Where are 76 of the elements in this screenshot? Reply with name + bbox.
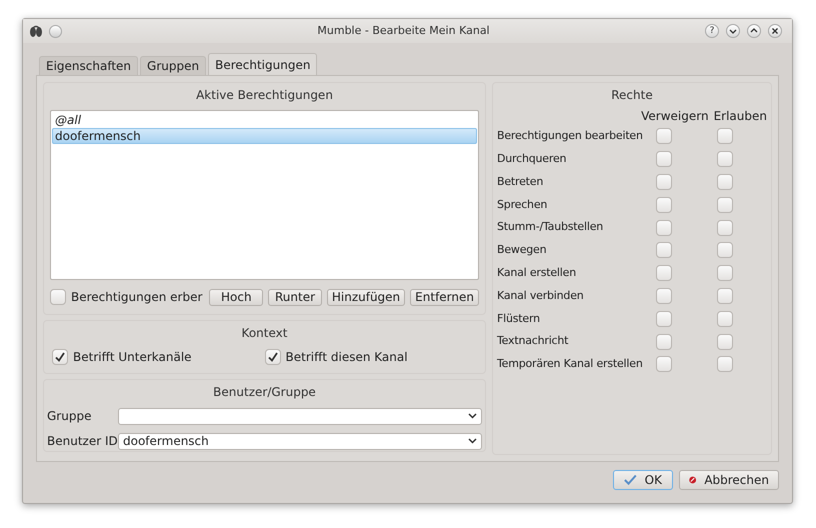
field-label: Gruppe (47, 408, 92, 425)
column-header: Verweigern (641, 108, 709, 125)
right-label: Betreten (497, 174, 544, 190)
allow-checkbox[interactable] (717, 220, 733, 236)
combo-box[interactable]: doofermensch (118, 432, 482, 450)
close-button[interactable] (768, 24, 782, 38)
field-label: Benutzer ID (47, 433, 118, 450)
chevron-down-icon (468, 413, 477, 419)
right-label: Bewegen (497, 242, 548, 258)
app-icon (29, 24, 43, 38)
right-label: Stumm-/Taubstellen (497, 219, 604, 236)
deny-checkbox[interactable] (656, 220, 672, 236)
pin-icon[interactable] (49, 24, 62, 38)
ok-button[interactable]: OK (613, 470, 673, 490)
deny-checkbox[interactable] (656, 288, 672, 304)
allow-checkbox[interactable] (717, 128, 733, 144)
list-item[interactable]: doofermensch (52, 128, 477, 144)
allow-checkbox[interactable] (717, 174, 733, 190)
inherit-checkbox[interactable] (50, 289, 66, 305)
cancel-button[interactable]: Abbrechen (679, 470, 779, 490)
maximize-button[interactable] (747, 24, 761, 38)
right-label: Berechtigungen bearbeiten (497, 128, 644, 144)
deny-checkbox[interactable] (656, 310, 672, 327)
deny-checkbox[interactable] (656, 265, 672, 282)
checkmark-icon (54, 351, 66, 363)
chevron-down-icon (468, 438, 477, 444)
checkbox-label: Betrifft Unterkanäle (73, 349, 192, 366)
minimize-button[interactable] (726, 24, 740, 38)
allow-checkbox[interactable] (717, 151, 733, 168)
column-header: Erlauben (714, 108, 767, 125)
permission-list[interactable]: @all doofermensch (50, 110, 479, 280)
allow-checkbox[interactable] (717, 356, 733, 372)
action-button[interactable]: Hinzufügen (326, 288, 406, 306)
right-label: Kanal erstellen (497, 264, 577, 281)
deny-checkbox[interactable] (656, 196, 672, 213)
option-checkbox[interactable] (52, 349, 68, 365)
close-icon (771, 27, 779, 35)
combo-box[interactable] (118, 408, 482, 424)
deny-checkbox[interactable] (656, 128, 672, 144)
chevron-up-icon (750, 27, 758, 35)
tab[interactable]: Eigenschaften (39, 56, 138, 75)
right-label: Temporären Kanal erstellen (497, 356, 644, 372)
right-label: Durchqueren (497, 150, 568, 167)
allow-checkbox[interactable] (717, 288, 733, 304)
action-button[interactable]: Runter (268, 288, 322, 306)
action-button[interactable]: Entfernen (410, 288, 479, 306)
group-title: Benutzer/Gruppe (213, 384, 316, 401)
checkmark-icon (624, 474, 637, 486)
right-label: Sprechen (497, 196, 548, 213)
window-title: Mumble - Bearbeite Mein Kanal (316, 22, 491, 39)
action-button[interactable]: Hoch (209, 288, 264, 306)
checkmark-icon (266, 351, 278, 363)
allow-checkbox[interactable] (717, 196, 733, 213)
tab[interactable]: Gruppen (140, 56, 206, 75)
group-title: Aktive Berechtigungen (196, 87, 333, 104)
tab[interactable]: Berechtigungen (208, 53, 318, 75)
option-checkbox[interactable] (264, 349, 280, 365)
right-label: Flüstern (497, 310, 541, 327)
deny-checkbox[interactable] (656, 334, 672, 350)
checkbox-label: Berechtigungen erber (71, 289, 202, 306)
right-label: Textnachricht (497, 333, 570, 350)
allow-checkbox[interactable] (717, 265, 733, 282)
deny-checkbox[interactable] (656, 356, 672, 372)
deny-checkbox[interactable] (656, 174, 672, 190)
allow-checkbox[interactable] (717, 310, 733, 327)
allow-checkbox[interactable] (717, 242, 733, 258)
deny-checkbox[interactable] (656, 151, 672, 168)
chevron-down-icon (729, 27, 737, 35)
deny-checkbox[interactable] (656, 242, 672, 258)
allow-checkbox[interactable] (717, 334, 733, 350)
right-label: Kanal verbinden (497, 288, 585, 304)
group-title: Rechte (611, 87, 653, 104)
list-item[interactable]: @all (52, 112, 477, 128)
group-title: Kontext (242, 325, 288, 342)
help-button[interactable]: ? (705, 24, 719, 38)
checkbox-label: Betrifft diesen Kanal (286, 349, 408, 366)
